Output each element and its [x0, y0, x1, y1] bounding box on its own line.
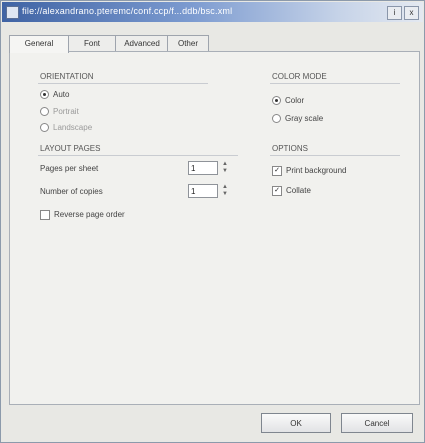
copies-label: Number of copies — [40, 187, 103, 196]
app-icon — [6, 6, 19, 19]
radio-landscape-indicator[interactable] — [40, 123, 49, 133]
radio-portrait-label: Portrait — [53, 107, 79, 116]
options-divider — [270, 155, 400, 156]
tab-other[interactable]: Other — [167, 35, 209, 52]
print-background-box[interactable] — [272, 166, 282, 176]
radio-auto-indicator[interactable] — [40, 90, 49, 100]
radio-landscape-label: Landscape — [53, 123, 93, 132]
window-title: file://alexandrano.pteremc/conf.ccp/f...… — [22, 6, 233, 16]
radio-portrait[interactable]: Portrait — [40, 107, 79, 117]
radio-color-indicator[interactable] — [272, 96, 281, 106]
title-bar[interactable]: file://alexandrano.pteremc/conf.ccp/f...… — [2, 2, 423, 22]
pages-per-sheet-input[interactable]: 1 — [188, 161, 218, 175]
tab-font[interactable]: Font — [67, 35, 117, 52]
ok-button[interactable]: OK — [261, 413, 331, 433]
orientation-title: ORIENTATION — [40, 72, 94, 81]
radio-grayscale[interactable]: Gray scale — [272, 114, 324, 124]
color-mode-divider — [270, 83, 400, 84]
layout-title: LAYOUT PAGES — [40, 144, 101, 153]
radio-grayscale-label: Gray scale — [285, 114, 324, 123]
reverse-order-box[interactable] — [40, 210, 50, 220]
radio-portrait-indicator[interactable] — [40, 107, 49, 117]
reverse-order-label: Reverse page order — [54, 210, 125, 220]
print-background-label: Print background — [286, 166, 347, 176]
copies-stepper-icon[interactable]: ▲ ▼ — [220, 184, 230, 198]
tab-advanced[interactable]: Advanced — [115, 35, 169, 52]
print-background-checkbox[interactable]: Print background — [272, 166, 346, 176]
pages-per-sheet-label: Pages per sheet — [40, 164, 99, 173]
collate-checkbox[interactable]: Collate — [272, 186, 311, 196]
dialog-window: file://alexandrano.pteremc/conf.ccp/f...… — [0, 0, 425, 443]
tab-general[interactable]: General — [9, 35, 69, 53]
radio-landscape[interactable]: Landscape — [40, 123, 93, 133]
cancel-button[interactable]: Cancel — [341, 413, 413, 433]
radio-auto-label: Auto — [53, 90, 70, 99]
collate-label: Collate — [286, 186, 311, 196]
radio-grayscale-indicator[interactable] — [272, 114, 281, 124]
help-button[interactable]: i — [387, 6, 402, 20]
pages-per-sheet-stepper-icon[interactable]: ▲ ▼ — [220, 161, 230, 175]
options-title: OPTIONS — [272, 144, 309, 153]
copies-input[interactable]: 1 — [188, 184, 218, 198]
reverse-order-checkbox[interactable]: Reverse page order — [40, 210, 125, 220]
orientation-divider — [38, 83, 208, 84]
collate-box[interactable] — [272, 186, 282, 196]
radio-auto[interactable]: Auto — [40, 90, 70, 100]
tab-panel: ORIENTATION Auto Portrait Landscape COLO… — [9, 51, 420, 405]
layout-divider — [38, 155, 238, 156]
radio-color-label: Color — [285, 96, 305, 105]
color-mode-title: COLOR MODE — [272, 72, 327, 81]
radio-color[interactable]: Color — [272, 96, 305, 106]
close-button[interactable]: x — [404, 6, 419, 20]
